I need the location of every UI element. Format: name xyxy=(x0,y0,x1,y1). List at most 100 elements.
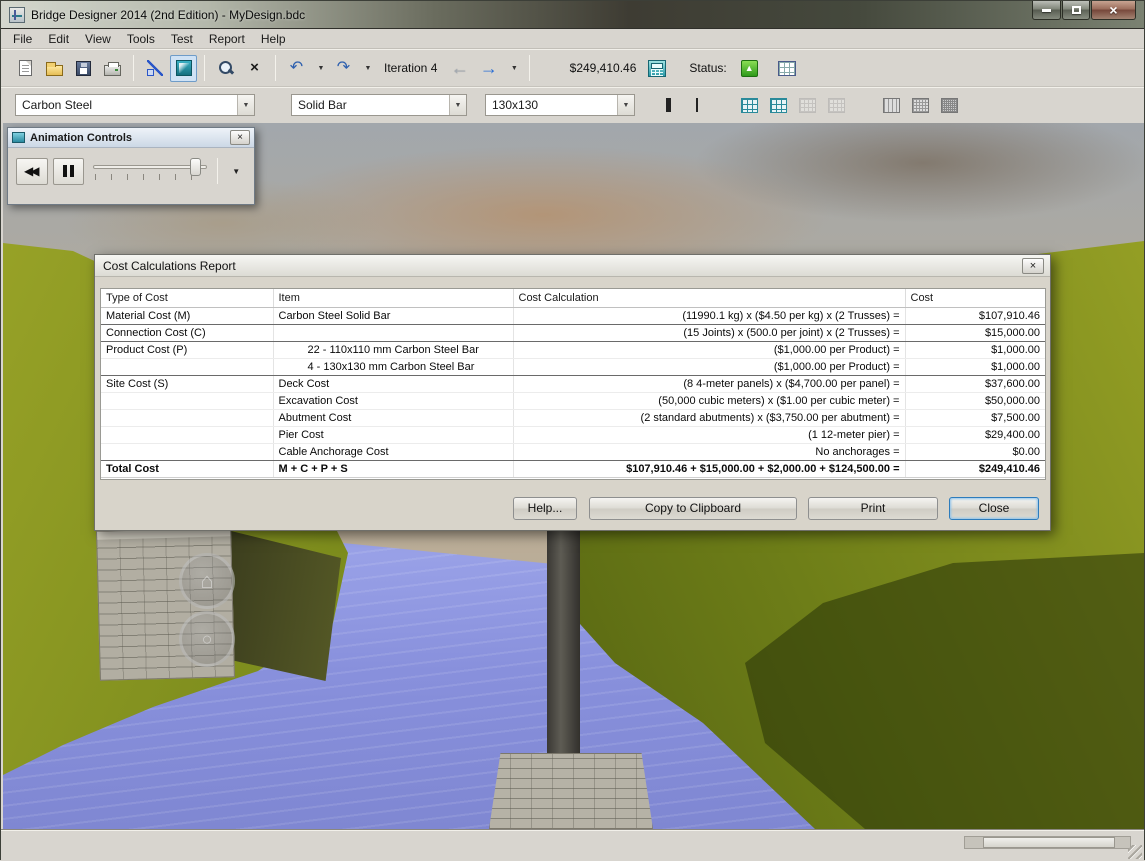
find-button[interactable] xyxy=(212,55,239,82)
open-file-button[interactable] xyxy=(41,55,68,82)
table-row: Product Cost (P) 22 - 110x110 mm Carbon S… xyxy=(101,341,1045,359)
back-iteration-button[interactable]: ← xyxy=(446,55,473,82)
material-select[interactable]: Carbon Steel ▼ xyxy=(15,94,255,116)
pause-button[interactable] xyxy=(52,157,85,185)
minimize-button[interactable] xyxy=(1032,1,1061,20)
thick-bar-icon xyxy=(661,98,675,112)
maximize-button[interactable] xyxy=(1062,1,1090,20)
cost-calculations-dialog[interactable]: Cost Calculations Report × Type of Cost … xyxy=(94,254,1051,531)
open-folder-icon xyxy=(46,61,63,76)
chevron-down-icon: ▼ xyxy=(242,101,250,109)
horizontal-scrollbar[interactable] xyxy=(964,836,1131,849)
member-detail-button[interactable] xyxy=(765,92,792,119)
load-test-button[interactable] xyxy=(170,54,197,82)
print-report-button[interactable]: Print xyxy=(808,497,938,520)
status-button[interactable]: ▲ xyxy=(736,55,763,82)
scrollbar-thumb[interactable] xyxy=(983,837,1115,848)
menu-test[interactable]: Test xyxy=(163,30,201,48)
redo-icon: ↷ xyxy=(336,59,351,76)
table-header-row: Type of Cost Item Cost Calculation Cost xyxy=(101,289,1045,308)
delete-button[interactable]: × xyxy=(241,55,268,82)
grid-fine-icon xyxy=(941,97,958,113)
table-row: Connection Cost (C) (15 Joints) x (500.0 … xyxy=(101,324,1045,342)
redo-button[interactable]: ↷ xyxy=(330,55,357,82)
drawing-board-button[interactable] xyxy=(141,55,168,82)
table-row: Material Cost (M) Carbon Steel Solid Bar(… xyxy=(101,307,1045,325)
cost-table-body: Material Cost (M) Carbon Steel Solid Bar(… xyxy=(101,307,1045,478)
member-grid-icon xyxy=(799,97,816,113)
resize-grip-icon[interactable] xyxy=(1128,845,1142,859)
window-titlebar[interactable]: Bridge Designer 2014 (2nd Edition) - MyD… xyxy=(1,1,1144,29)
print-button[interactable] xyxy=(99,55,126,82)
grid-medium-button[interactable] xyxy=(907,92,934,119)
section-select[interactable]: Solid Bar ▼ xyxy=(291,94,467,116)
combo-dropdown-button[interactable]: ▼ xyxy=(617,95,634,115)
member-view-disabled2-button xyxy=(823,92,850,119)
toolbar-separator xyxy=(275,55,276,81)
cost-calculations-button[interactable] xyxy=(643,55,670,82)
size-select[interactable]: 130x130 ▼ xyxy=(485,94,635,116)
dialog-titlebar[interactable]: Cost Calculations Report × xyxy=(95,255,1050,277)
copy-to-clipboard-button[interactable]: Copy to Clipboard xyxy=(589,497,797,520)
slider-thumb[interactable] xyxy=(190,158,202,176)
status-up-icon: ▲ xyxy=(740,59,758,77)
decrease-member-size-button[interactable] xyxy=(683,92,710,119)
undo-button[interactable]: ↶ xyxy=(283,55,310,82)
view-home-overlay-button[interactable]: ⌂ xyxy=(179,553,235,609)
chevron-down-icon: ▼ xyxy=(232,166,241,176)
menu-file[interactable]: File xyxy=(5,30,40,48)
member-grid-icon xyxy=(828,97,845,113)
menu-bar: File Edit View Tools Test Report Help xyxy=(1,29,1144,49)
member-view-disabled-button xyxy=(794,92,821,119)
main-toolbar: × ↶ ▼ ↷ ▼ Iteration 4 ← → ▼ $249,410.46 … xyxy=(1,49,1144,86)
close-button[interactable]: × xyxy=(1091,1,1136,20)
animation-speed-slider[interactable] xyxy=(93,156,208,186)
animation-close-button[interactable]: × xyxy=(230,130,250,145)
menu-report[interactable]: Report xyxy=(201,30,253,48)
grid-fine-button[interactable] xyxy=(936,92,963,119)
dialog-title: Cost Calculations Report xyxy=(103,258,236,273)
rewind-button[interactable]: ◀◀ xyxy=(16,157,48,185)
pause-icon xyxy=(62,165,74,177)
size-value: 130x130 xyxy=(492,98,539,112)
menu-view[interactable]: View xyxy=(77,30,119,48)
combo-dropdown-button[interactable]: ▼ xyxy=(449,95,466,115)
iteration-dropdown-button[interactable]: ▼ xyxy=(504,55,522,82)
save-icon xyxy=(76,60,91,76)
drawing-board-icon xyxy=(146,60,163,76)
grid-coarse-icon xyxy=(883,97,900,113)
menu-tools[interactable]: Tools xyxy=(119,30,163,48)
load-results-button[interactable] xyxy=(774,55,801,82)
redo-dropdown-button[interactable]: ▼ xyxy=(359,55,375,82)
save-button[interactable] xyxy=(70,55,97,82)
help-button[interactable]: Help... xyxy=(513,497,577,520)
combo-dropdown-button[interactable]: ▼ xyxy=(237,95,254,115)
thin-bar-icon xyxy=(690,98,704,112)
orbit-icon: ○ xyxy=(201,628,213,649)
section-value: Solid Bar xyxy=(298,98,347,112)
close-icon: × xyxy=(237,132,243,143)
new-file-button[interactable] xyxy=(12,55,39,82)
member-grid-icon xyxy=(770,97,787,113)
column-header-type: Type of Cost xyxy=(101,289,274,308)
menu-edit[interactable]: Edit xyxy=(40,30,77,48)
rewind-icon: ◀◀ xyxy=(24,164,40,178)
dialog-close-button[interactable]: × xyxy=(1022,258,1044,274)
grid-coarse-button[interactable] xyxy=(878,92,905,119)
close-icon: × xyxy=(1109,2,1118,18)
member-list-button[interactable] xyxy=(736,92,763,119)
animation-controls-window[interactable]: Animation Controls × ◀◀ ▼ xyxy=(7,127,255,205)
forward-iteration-button[interactable]: → xyxy=(475,55,502,82)
menu-help[interactable]: Help xyxy=(253,30,294,48)
undo-dropdown-button[interactable]: ▼ xyxy=(312,55,328,82)
view-orbit-overlay-button[interactable]: ○ xyxy=(179,611,235,667)
magnifier-icon xyxy=(218,60,234,76)
increase-member-size-button[interactable] xyxy=(654,92,681,119)
table-row: Pier Cost (1 12-meter pier) = $29,400.00 xyxy=(101,426,1045,444)
minimize-icon xyxy=(1042,8,1051,12)
table-row: Cable Anchorage Cost No anchorages = $0.00 xyxy=(101,443,1045,461)
palette-separator xyxy=(217,158,219,184)
animation-controls-titlebar[interactable]: Animation Controls × xyxy=(8,128,254,148)
animation-options-dropdown[interactable]: ▼ xyxy=(224,159,248,183)
close-dialog-button[interactable]: Close xyxy=(949,497,1039,520)
